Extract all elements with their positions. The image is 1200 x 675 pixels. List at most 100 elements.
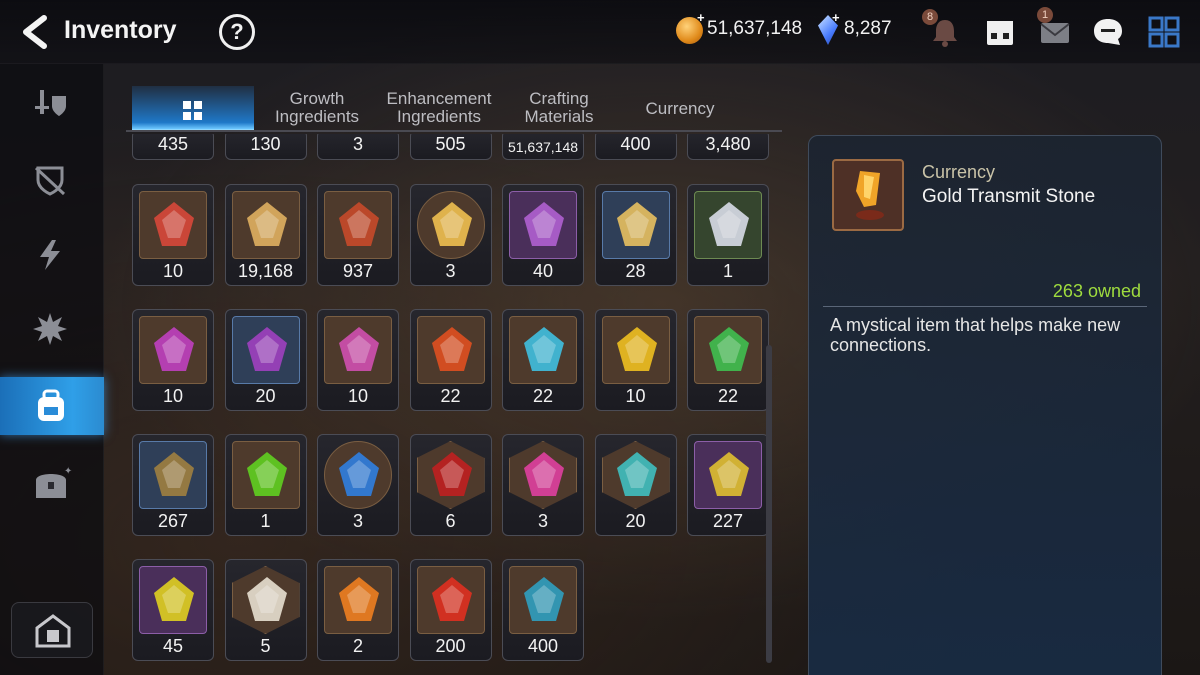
item-slot[interactable]: 3 — [409, 184, 492, 286]
notification-badge: 8 — [922, 9, 938, 25]
item-count: 1 — [260, 511, 271, 531]
item-slot[interactable]: 3 — [317, 134, 399, 160]
sidebar-item-artifacts[interactable] — [0, 152, 104, 210]
sidebar-item-materials[interactable] — [0, 300, 104, 358]
item-count: 45 — [162, 636, 184, 656]
crossed-shield-icon — [34, 166, 66, 196]
item-slot[interactable]: 20 — [224, 309, 307, 411]
item-slot[interactable]: 267 — [132, 434, 214, 536]
fire-rune-icon — [416, 316, 485, 384]
gold-t-stone-icon — [694, 441, 762, 509]
item-description: A mystical item that helps make new conn… — [830, 315, 1121, 355]
top-bar: Inventory ? + 51,637,148 + 8,287 8 1 — [0, 0, 1200, 64]
storage-button[interactable] — [11, 602, 93, 658]
item-count: 435 — [157, 134, 189, 154]
tab-all[interactable] — [132, 86, 254, 132]
item-slot[interactable]: 40 — [502, 184, 584, 286]
item-slot[interactable]: 19,168 — [224, 184, 307, 286]
item-count: 400 — [527, 636, 559, 656]
item-count: 10 — [162, 386, 184, 406]
item-slot[interactable]: 51,637,148 — [502, 134, 584, 160]
item-slot[interactable]: 5 — [224, 559, 307, 661]
add-crystal-icon[interactable]: + — [832, 10, 840, 25]
item-slot[interactable]: 10 — [132, 309, 214, 411]
item-slot[interactable]: 3 — [502, 434, 584, 536]
item-slot[interactable]: 10 — [594, 309, 677, 411]
item-slot[interactable]: 45 — [132, 559, 214, 661]
sidebar-item-inventory[interactable] — [0, 377, 104, 435]
item-count: 505 — [435, 134, 466, 154]
grid-scrollbar[interactable] — [766, 345, 772, 663]
item-count: 20 — [255, 386, 276, 406]
phantasma-pet-icon — [416, 191, 485, 259]
sidebar-item-chests[interactable]: ✦ — [0, 454, 104, 512]
item-count: 10 — [162, 261, 184, 281]
item-count: 227 — [712, 511, 744, 531]
item-count: 22 — [717, 386, 739, 406]
item-slot[interactable]: 505 — [409, 134, 492, 160]
crystal-amount: 8,287 — [844, 18, 892, 39]
burst-icon — [33, 313, 67, 345]
item-slot[interactable]: 28 — [594, 184, 677, 286]
moon-pentagon-icon — [139, 316, 207, 384]
item-slot[interactable]: 10 — [317, 309, 399, 411]
moon-triangle-icon — [231, 316, 300, 384]
item-count: 28 — [625, 261, 646, 281]
item-slot[interactable]: 6 — [409, 434, 492, 536]
item-slot[interactable]: 22 — [502, 309, 584, 411]
item-slot[interactable]: 20 — [594, 434, 677, 536]
item-count: 3 — [537, 511, 548, 531]
pink-potion-icon — [509, 441, 577, 509]
item-slot[interactable]: 1 — [687, 184, 769, 286]
tab-underline — [126, 130, 782, 132]
moon-oval-icon — [324, 316, 392, 384]
tab-label: Enhancement Ingredients — [386, 89, 492, 126]
chat-icon[interactable] — [1091, 15, 1125, 49]
item-slot[interactable]: 435 — [132, 134, 214, 160]
teal-crystal-icon — [509, 566, 577, 634]
item-slot[interactable]: 1 — [224, 434, 307, 536]
menu-grid-icon[interactable] — [1147, 15, 1181, 49]
item-slot[interactable]: 937 — [317, 184, 399, 286]
lightning-icon — [40, 240, 60, 270]
earth-rune-icon — [694, 316, 762, 384]
item-count: 2 — [352, 636, 363, 656]
svg-text:✦: ✦ — [64, 466, 72, 477]
feather-icon — [139, 441, 207, 509]
horse-statue-icon — [231, 191, 300, 259]
item-slot[interactable]: 3 — [317, 434, 399, 536]
item-slot[interactable]: 10 — [132, 184, 214, 286]
item-count: 3 — [445, 261, 456, 281]
item-slot[interactable]: 200 — [409, 559, 492, 661]
item-slot[interactable]: 22 — [409, 309, 492, 411]
item-slot[interactable]: 130 — [224, 134, 307, 160]
purple-flower-icon — [509, 191, 577, 259]
shop-icon[interactable] — [983, 15, 1017, 49]
banner-icon — [139, 191, 207, 259]
owned-count: 263 owned — [1052, 281, 1141, 301]
add-gold-icon[interactable]: + — [697, 10, 705, 25]
red-crystal-icon — [416, 566, 485, 634]
sidebar-item-catalysts[interactable] — [0, 226, 104, 284]
item-count: 19,168 — [237, 261, 294, 281]
silver-flower-icon — [694, 191, 762, 259]
back-arrow-icon[interactable] — [18, 14, 52, 50]
item-count: 1 — [722, 261, 733, 281]
tab-label: Growth Ingredients — [274, 89, 360, 126]
lightning-stone-icon — [139, 566, 207, 634]
light-rune-icon — [601, 316, 670, 384]
item-slot[interactable]: 400 — [594, 134, 677, 160]
chest-icon: ✦ — [36, 466, 72, 498]
item-count: 130 — [250, 134, 281, 154]
help-button[interactable]: ? — [219, 14, 255, 50]
divider — [823, 306, 1147, 307]
orange-t-stone-icon — [324, 566, 392, 634]
item-slot[interactable]: 2 — [317, 559, 399, 661]
item-slot[interactable]: 22 — [687, 309, 769, 411]
item-slot[interactable]: 227 — [687, 434, 769, 536]
item-slot[interactable]: 400 — [502, 559, 584, 661]
item-count: 10 — [625, 386, 646, 406]
item-count: 6 — [445, 511, 456, 531]
sidebar-item-equipment[interactable] — [0, 76, 104, 134]
item-slot[interactable]: 3,480 — [687, 134, 769, 160]
